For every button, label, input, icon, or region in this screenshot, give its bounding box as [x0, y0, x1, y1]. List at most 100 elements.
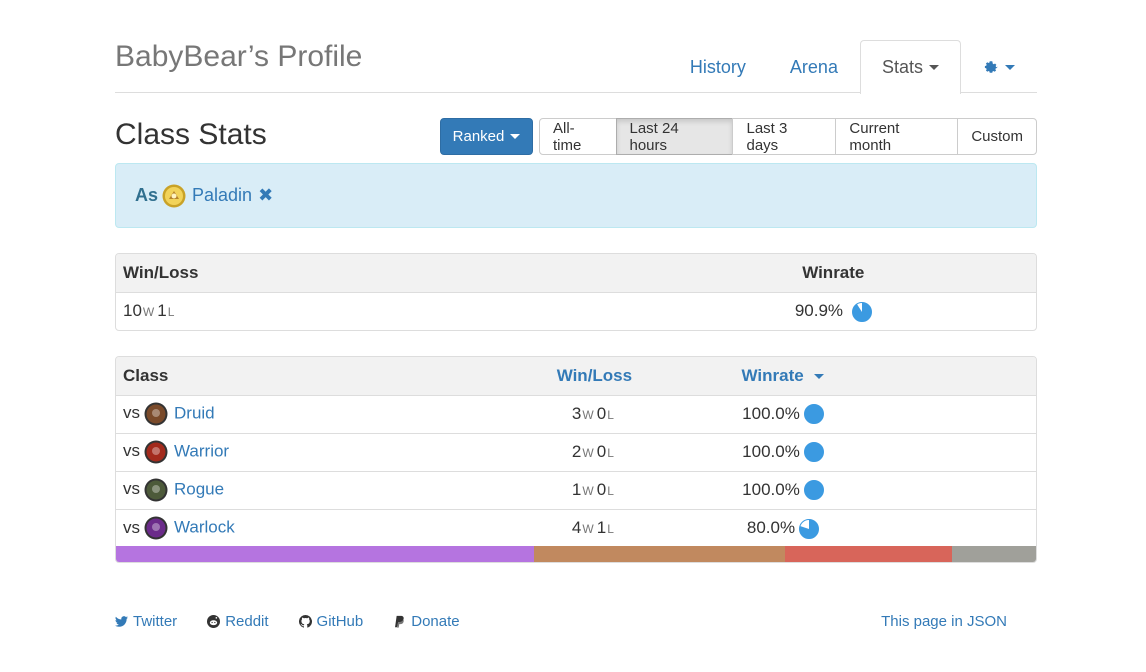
- tab-history[interactable]: History: [668, 40, 768, 93]
- profile-nav: History Arena Stats: [668, 40, 1037, 94]
- profile-title: BabyBear’s Profile: [115, 40, 363, 73]
- matchup-winloss-cell: 3W 0L: [530, 395, 659, 434]
- time-range-group: All-time Last 24 hours Last 3 days Curre…: [539, 118, 1037, 155]
- vs-label: vs: [123, 517, 140, 537]
- range-all-time[interactable]: All-time: [539, 118, 617, 155]
- matchup-losses: 0: [596, 442, 607, 461]
- win-unit: W: [582, 522, 594, 537]
- table-row: vs Warlock 4W 1L 80.0%: [116, 509, 1036, 547]
- table-row: vs Warrior 2W 0L 100.0%: [116, 433, 1036, 472]
- loss-unit: L: [607, 522, 614, 537]
- rogue-class-icon: [144, 478, 168, 502]
- class-distribution-bar: [116, 546, 1036, 562]
- filter-prefix: As: [135, 185, 159, 205]
- loss-unit: L: [607, 408, 614, 422]
- tab-stats-label: Stats: [881, 57, 923, 77]
- matchup-winloss-cell: 4W 1L: [530, 509, 659, 547]
- summary-table: Win/Loss Winrate 10W 1L 90.9%: [115, 253, 1037, 331]
- summary-wins: 10: [123, 301, 142, 321]
- tab-arena[interactable]: Arena: [768, 40, 860, 93]
- class-stats-toolbar: Class Stats Ranked All-time Last 24 hour…: [115, 93, 1037, 163]
- matchups-table: Class Win/Loss Winrate vs Druid 3W 0L 100.0%…: [115, 356, 1037, 563]
- warlock-class-icon: [144, 516, 168, 540]
- winrate-pie-icon: [803, 480, 824, 501]
- matchup-class-cell: vs Druid: [116, 395, 530, 434]
- warrior-class-icon: [144, 440, 168, 464]
- page-container: BabyBear’s Profile History Arena Stats C…: [115, 0, 1037, 630]
- remove-filter-icon[interactable]: ✖: [258, 185, 273, 206]
- matchup-winrate: 100.0%: [742, 479, 800, 499]
- caret-down-icon: [929, 65, 939, 70]
- matchup-class-cell: vs Warlock: [116, 509, 530, 547]
- loss-unit: L: [607, 484, 614, 498]
- matchup-class-name[interactable]: Rogue: [174, 479, 224, 498]
- vs-label: vs: [123, 479, 140, 499]
- matchups-header-winloss[interactable]: Win/Loss: [530, 357, 659, 396]
- table-row: vs Rogue 1W 0L 100.0%: [116, 471, 1036, 510]
- matchup-wins: 1: [571, 480, 582, 499]
- profile-header: BabyBear’s Profile History Arena Stats: [115, 0, 1037, 94]
- matchup-winrate-cell: 100.0%: [658, 395, 908, 434]
- matchups-header-winrate[interactable]: Winrate: [658, 357, 908, 396]
- druid-class-icon: [144, 402, 168, 426]
- matchup-losses: 1: [596, 518, 607, 538]
- caret-down-icon: [1005, 64, 1015, 70]
- summary-winrate-cell: 90.9%: [576, 292, 1018, 330]
- summary-row: 10W 1L 90.9%: [116, 292, 1036, 330]
- summary-header-winloss: Win/Loss: [116, 254, 576, 293]
- matchup-winrate: 80.0%: [746, 517, 796, 537]
- win-unit: W: [582, 484, 594, 498]
- matchups-header-class: Class: [116, 357, 530, 396]
- matchup-winrate-cell: 100.0%: [658, 433, 908, 472]
- matchup-wins: 2: [571, 442, 582, 461]
- json-link[interactable]: This page in JSON: [881, 613, 1007, 630]
- twitter-icon: [115, 616, 128, 627]
- winrate-pie-icon: [803, 442, 824, 463]
- gear-icon: [984, 61, 998, 73]
- range-current-month[interactable]: Current month: [835, 118, 959, 155]
- paladin-class-icon: [162, 184, 186, 207]
- twitter-link[interactable]: Twitter: [115, 613, 177, 630]
- vs-label: vs: [123, 441, 140, 461]
- class-filter-alert: As Paladin ✖: [115, 163, 1037, 228]
- filter-class-name[interactable]: Paladin: [192, 185, 252, 206]
- matchup-class-name[interactable]: Warrior: [174, 441, 229, 460]
- matchup-wins: 4: [571, 518, 582, 538]
- ranked-label: Ranked: [452, 128, 505, 145]
- donate-link[interactable]: Donate: [393, 613, 460, 630]
- reddit-link[interactable]: Reddit: [207, 613, 269, 630]
- sort-winrate-link[interactable]: Winrate: [742, 366, 804, 385]
- winrate-pie-icon: [851, 301, 872, 322]
- win-unit: W: [582, 408, 594, 422]
- distribution-segment-rogue: [952, 546, 1036, 562]
- matchup-class-cell: vs Rogue: [116, 471, 530, 510]
- distribution-segment-warlock: [116, 546, 535, 562]
- winrate-pie-icon: [799, 518, 820, 539]
- settings-menu[interactable]: [961, 40, 1037, 93]
- tab-stats[interactable]: Stats: [859, 40, 961, 94]
- matchup-losses: 0: [596, 404, 607, 423]
- ranked-dropdown-button[interactable]: Ranked: [440, 118, 533, 155]
- table-row: vs Druid 3W 0L 100.0%: [116, 395, 1036, 434]
- matchup-class-name[interactable]: Druid: [174, 403, 215, 422]
- github-link[interactable]: GitHub: [298, 613, 364, 630]
- summary-header-winrate: Winrate: [576, 254, 1018, 293]
- matchup-class-name[interactable]: Warlock: [174, 518, 235, 537]
- summary-winloss-cell: 10W 1L: [116, 292, 576, 330]
- matchup-winrate-cell: 80.0%: [659, 509, 907, 547]
- range-custom[interactable]: Custom: [957, 118, 1037, 155]
- matchup-wins: 3: [571, 404, 582, 423]
- caret-down-icon: [510, 134, 521, 139]
- sort-winloss-link[interactable]: Win/Loss: [557, 366, 632, 385]
- summary-winrate: 90.9%: [794, 300, 844, 320]
- github-icon: [298, 615, 312, 628]
- winrate-pie-icon: [803, 404, 824, 425]
- range-last-24-hours[interactable]: Last 24 hours: [615, 118, 734, 155]
- win-unit: W: [582, 446, 594, 460]
- github-label: GitHub: [316, 613, 364, 630]
- range-last-3-days[interactable]: Last 3 days: [732, 118, 837, 155]
- twitter-label: Twitter: [133, 613, 178, 630]
- win-unit: W: [142, 305, 155, 320]
- reddit-label: Reddit: [225, 613, 269, 630]
- class-stats-title: Class Stats: [115, 118, 267, 151]
